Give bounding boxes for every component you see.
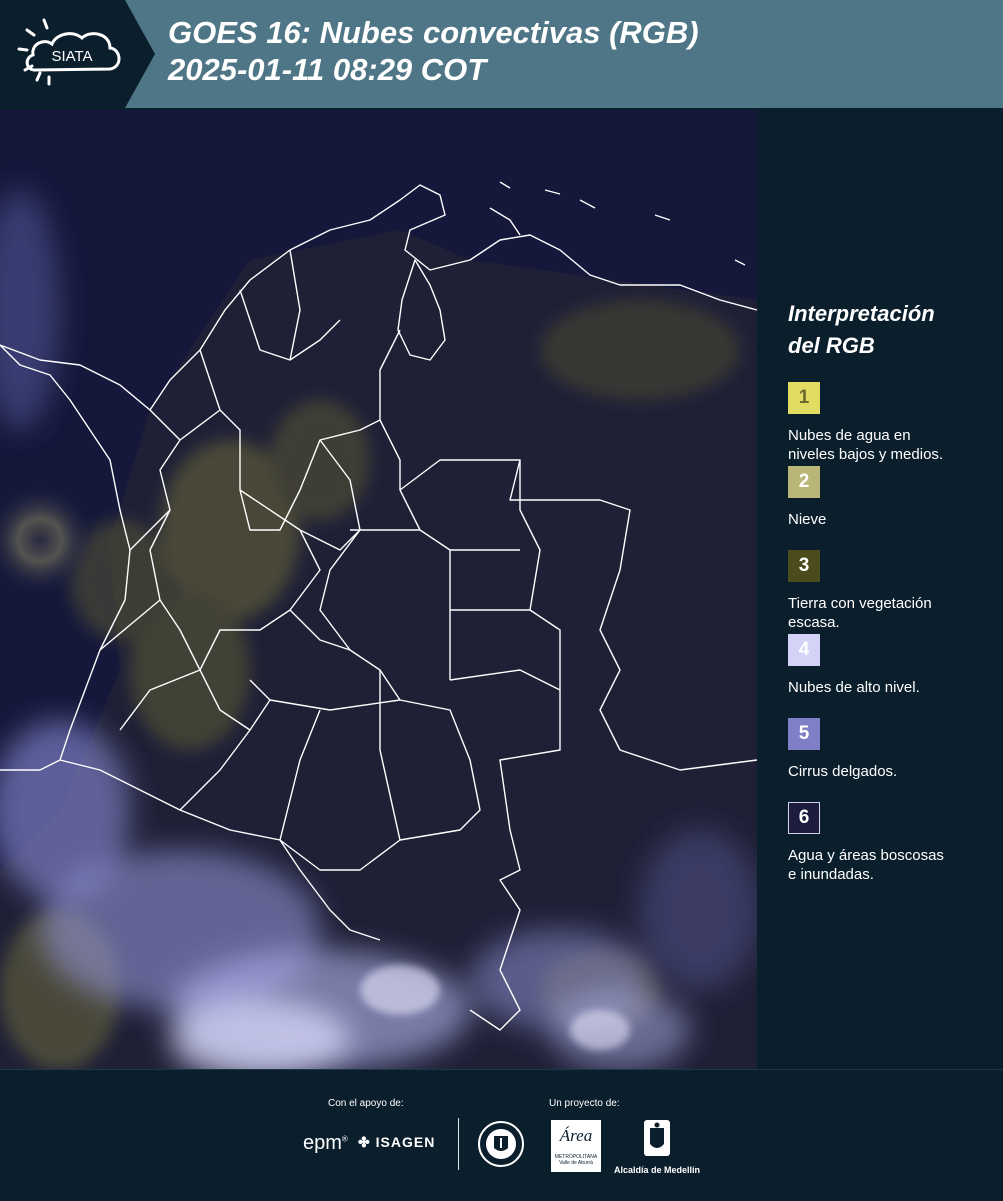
project-label: Un proyecto de: (549, 1098, 620, 1109)
legend-label-line-1: Nubes de alto nivel. (788, 679, 920, 696)
alcaldia-logo: Alcaldía de Medellín (612, 1118, 702, 1175)
legend-label-line-1: Agua y áreas boscosas (788, 847, 944, 864)
medellin-seal (477, 1120, 525, 1168)
siata-logo: SIATA (0, 0, 157, 108)
legend-items: 1 Nubes de agua en niveles bajos y medios.… (788, 382, 988, 886)
legend-item-6: 6 Agua y áreas boscosas e inundadas. (788, 802, 988, 886)
legend-title-line-1: Interpretación (788, 301, 935, 326)
footer-divider (458, 1118, 459, 1170)
satellite-map (0, 110, 757, 1069)
legend-title-line-2: del RGB (788, 333, 875, 358)
legend-label-line-1: Cirrus delgados. (788, 763, 898, 780)
title-line-2: 2025-01-11 08:29 COT (168, 52, 487, 87)
legend-item-4: 4 Nubes de alto nivel. (788, 634, 988, 718)
legend-label: Nubes de alto nivel. (788, 678, 988, 697)
isagen-logo: ✤ ISAGEN (358, 1134, 435, 1151)
legend-swatch: 2 (788, 466, 820, 498)
legend-item-3: 3 Tierra con vegetación escasa. (788, 550, 988, 634)
legend-label: Nubes de agua en niveles bajos y medios. (788, 426, 988, 464)
legend-swatch: 5 (788, 718, 820, 750)
page-title: GOES 16: Nubes convectivas (RGB) 2025-01… (168, 14, 699, 88)
legend-label: Agua y áreas boscosas e inundadas. (788, 846, 988, 884)
legend-swatch: 1 (788, 382, 820, 414)
legend-label-line-1: Nieve (788, 511, 827, 528)
legend-swatch: 4 (788, 634, 820, 666)
footer: Con el apoyo de: Un proyecto de: epm® ✤ … (0, 1069, 1003, 1201)
alcaldia-text: Alcaldía de Medellín (613, 1165, 701, 1175)
header-bar: SIATA GOES 16: Nubes convectivas (RGB) 2… (0, 0, 1003, 108)
legend-label-line-1: Nubes de agua en (788, 427, 911, 444)
area-metropolitana-logo: Área METROPOLITANA Valle de Aburrá (551, 1120, 601, 1172)
epm-text: epm (303, 1132, 342, 1154)
legend-swatch: 3 (788, 550, 820, 582)
logo-text: SIATA (51, 48, 92, 65)
legend-item-5: 5 Cirrus delgados. (788, 718, 988, 802)
coat-of-arms-icon (644, 1120, 670, 1156)
isagen-mark-icon: ✤ (358, 1134, 371, 1150)
rgb-legend: Interpretación del RGB 1 Nubes de agua en… (788, 298, 988, 886)
support-label: Con el apoyo de: (328, 1098, 404, 1109)
legend-label: Cirrus delgados. (788, 762, 988, 781)
legend-item-2: 2 Nieve (788, 466, 988, 550)
legend-label-line-2: e inundadas. (788, 866, 874, 883)
legend-title: Interpretación del RGB (788, 298, 988, 362)
legend-item-1: 1 Nubes de agua en niveles bajos y medios. (788, 382, 988, 466)
legend-swatch: 6 (788, 802, 820, 834)
legend-label-line-1: Tierra con vegetación (788, 595, 932, 612)
legend-label-line-2: escasa. (788, 614, 840, 631)
legend-label: Nieve (788, 510, 988, 529)
epm-logo: epm® (303, 1132, 348, 1154)
legend-label: Tierra con vegetación escasa. (788, 594, 988, 632)
title-line-1: GOES 16: Nubes convectivas (RGB) (168, 15, 699, 50)
legend-label-line-2: niveles bajos y medios. (788, 446, 944, 463)
isagen-text: ISAGEN (375, 1134, 436, 1150)
area-subtitle-2: Valle de Aburrá (559, 1160, 593, 1166)
area-name: Área (559, 1126, 593, 1145)
